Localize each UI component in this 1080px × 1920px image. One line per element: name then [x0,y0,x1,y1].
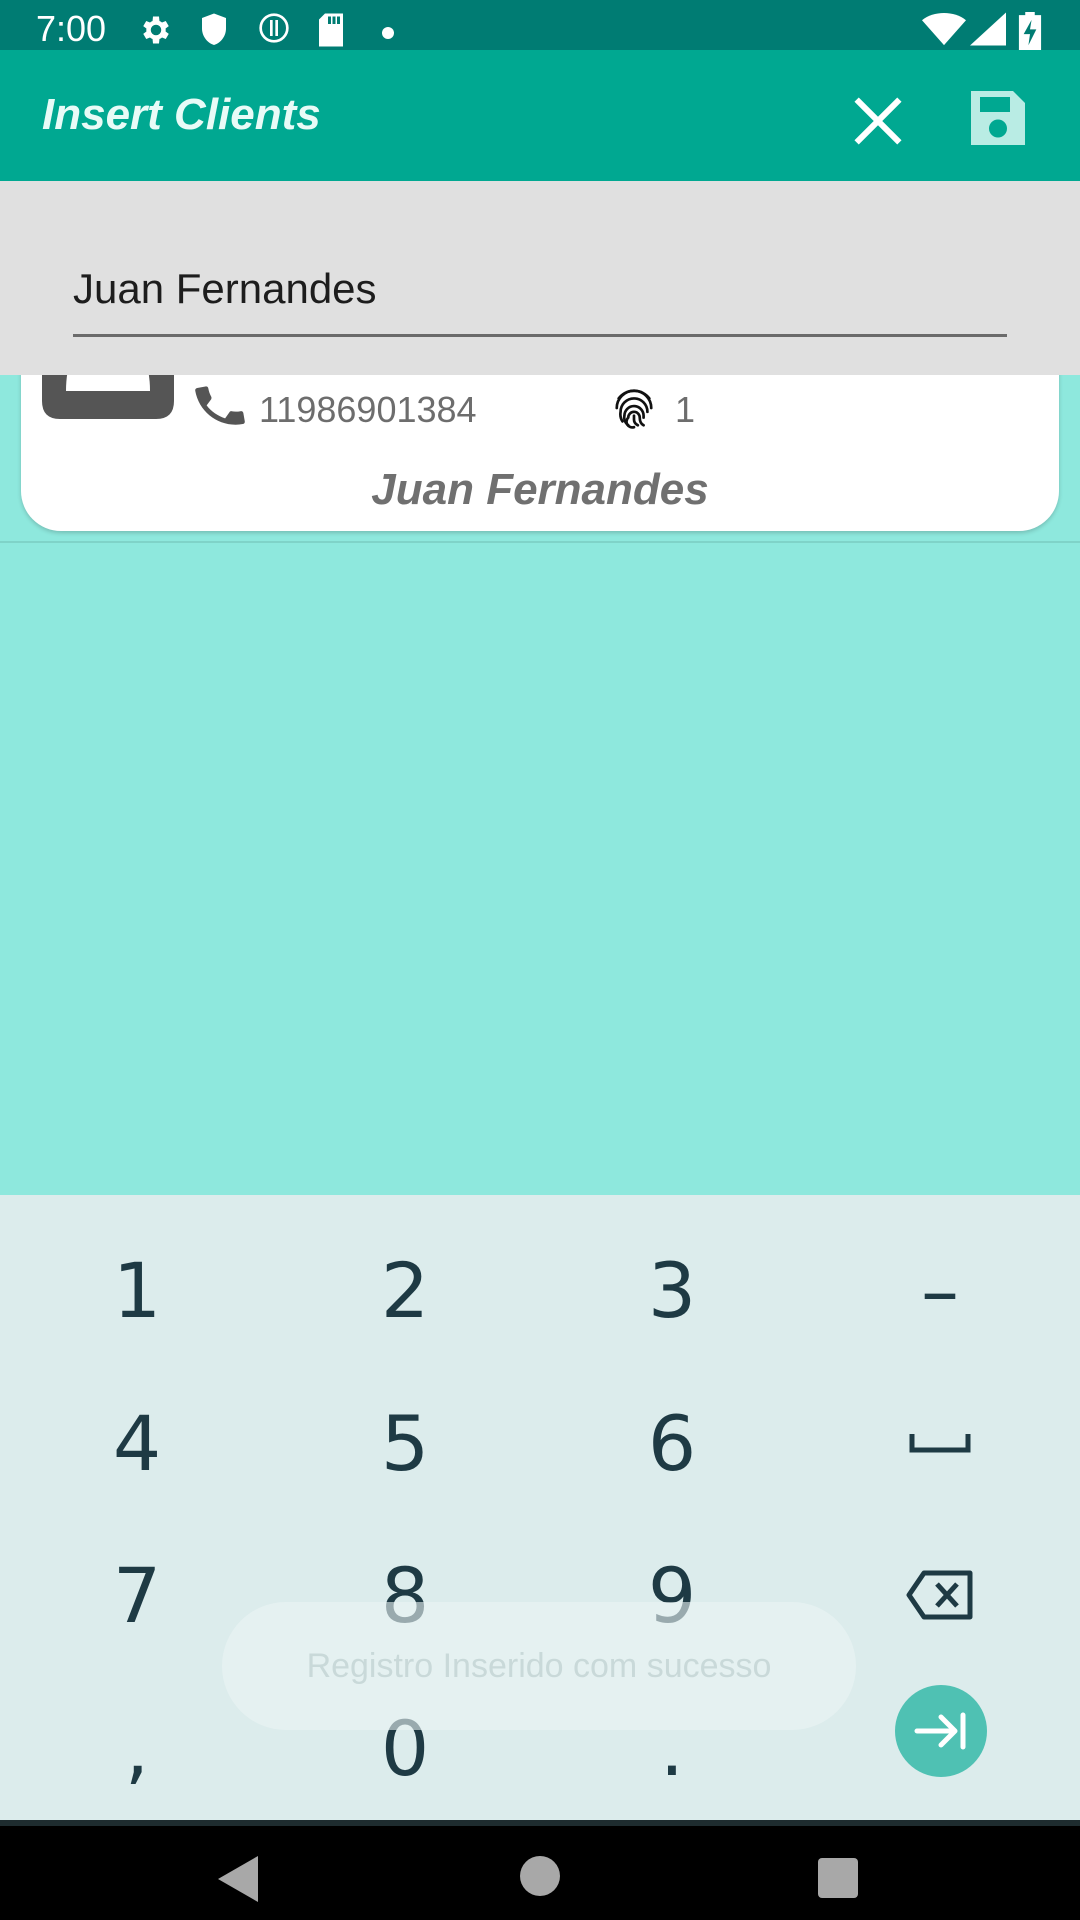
client-name: Juan Fernandes [371,465,709,514]
client-name-input[interactable] [73,261,1007,317]
page-title: Insert Clients [42,90,321,139]
battery-charging-icon [1018,12,1042,50]
signal-icon [970,12,1006,46]
app-bar: Insert Clients [0,50,1080,181]
backspace-icon [906,1570,973,1620]
home-icon[interactable] [520,1856,560,1896]
back-icon[interactable] [216,1854,260,1904]
key-space[interactable] [840,1383,1040,1503]
settings-icon [143,16,169,44]
key-7[interactable]: 7 [37,1535,237,1655]
shield-icon [202,13,226,45]
key-5[interactable]: 5 [305,1383,505,1503]
info-circle-icon [259,13,289,43]
key-backspace[interactable] [840,1535,1040,1655]
save-icon[interactable] [962,82,1034,154]
client-name-form [0,181,1080,375]
key-4[interactable]: 4 [37,1383,237,1503]
close-icon[interactable] [845,88,911,154]
next-button[interactable] [895,1685,987,1777]
sd-card-icon [319,13,343,47]
client-phone: 11986901384 [259,389,477,430]
recents-icon[interactable] [818,1858,858,1898]
client-count: 1 [675,389,696,430]
navigation-bar [0,1820,1080,1920]
clients-list[interactable]: 11986901384 1 Juan Fernandes [0,315,1080,1195]
list-divider [0,541,1080,543]
status-bar: 7:00 [0,0,1080,50]
notification-dot-icon [382,27,394,39]
toast-message: Registro Inserido com sucesso [222,1602,856,1730]
key-3[interactable]: 3 [572,1230,772,1350]
phone-icon [195,386,245,425]
fingerprint-icon [615,389,653,429]
key-1[interactable]: 1 [37,1230,237,1350]
key-comma[interactable]: , [37,1688,237,1808]
key-2[interactable]: 2 [305,1230,505,1350]
key-6[interactable]: 6 [572,1383,772,1503]
space-icon [909,1434,971,1453]
status-time: 7:00 [36,8,107,49]
input-underline [73,334,1007,337]
wifi-icon [922,13,966,46]
key-dash[interactable]: – [840,1230,1040,1350]
tab-next-icon [914,1712,966,1750]
